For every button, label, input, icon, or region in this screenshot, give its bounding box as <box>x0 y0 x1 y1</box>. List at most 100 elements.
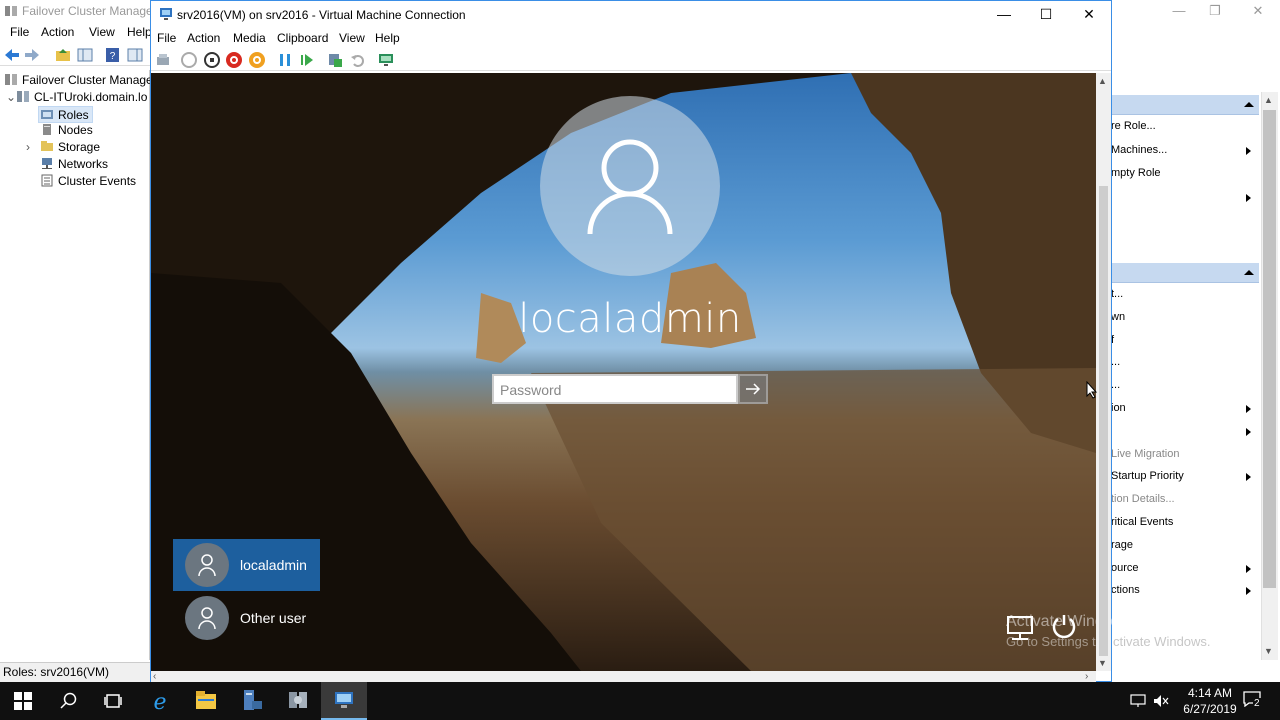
fcm-menu-help[interactable]: Help <box>127 25 152 39</box>
ctrl-alt-del-icon[interactable] <box>156 52 170 68</box>
fcm-menu-view[interactable]: View <box>89 25 115 39</box>
action-item[interactable]: Machines... <box>1111 144 1167 156</box>
submenu-arrow-icon[interactable] <box>1246 473 1251 482</box>
password-input[interactable] <box>500 380 728 400</box>
avatar <box>185 596 229 640</box>
collapse-up-icon[interactable] <box>1244 102 1254 107</box>
back-icon[interactable] <box>4 48 20 62</box>
action-item[interactable]: ... <box>1111 356 1120 368</box>
vmc-minimize-button[interactable]: — <box>987 3 1021 25</box>
fcm-menu-file[interactable]: File <box>10 25 29 39</box>
action-item[interactable]: Startup Priority <box>1111 470 1184 482</box>
submenu-arrow-icon[interactable] <box>1246 405 1251 413</box>
tree-item-networks[interactable]: Networks <box>40 156 108 173</box>
tree-root[interactable]: Failover Cluster Manager <box>4 72 157 89</box>
action-item[interactable]: ion <box>1111 402 1126 414</box>
start-icon[interactable] <box>181 52 197 68</box>
vmc-menu-action[interactable]: Action <box>187 31 220 45</box>
up-folder-icon[interactable] <box>55 48 71 62</box>
actions-header-vm[interactable] <box>1111 263 1259 283</box>
fcm-menu-action[interactable]: Action <box>41 25 74 39</box>
action-item[interactable]: t... <box>1111 288 1123 300</box>
vm-connection-taskbar-button[interactable] <box>321 682 367 720</box>
action-item[interactable]: ource <box>1111 562 1139 574</box>
collapse-up-icon[interactable] <box>1244 270 1254 275</box>
avatar <box>185 543 229 587</box>
start-button-icon[interactable] <box>14 692 32 710</box>
pause-icon[interactable] <box>277 52 293 68</box>
task-view-icon[interactable] <box>104 692 122 710</box>
scroll-down-icon[interactable]: ▼ <box>1264 646 1273 656</box>
submenu-arrow-icon[interactable] <box>1246 587 1251 596</box>
scroll-right-icon[interactable]: › <box>1085 671 1088 682</box>
submenu-arrow-icon[interactable] <box>1246 193 1251 202</box>
turn-off-icon[interactable] <box>204 52 220 68</box>
action-item[interactable]: rage <box>1111 539 1133 551</box>
vmc-close-button[interactable]: ✕ <box>1072 3 1106 25</box>
cluster-manager-icon <box>5 6 17 16</box>
tree-item-storage[interactable]: › Storage <box>26 139 100 156</box>
internet-explorer-icon[interactable]: e <box>148 689 172 713</box>
notification-center-button[interactable]: 2 <box>1243 691 1263 709</box>
action-item[interactable]: ... <box>1111 379 1120 391</box>
submit-button[interactable] <box>738 374 768 404</box>
scroll-up-icon[interactable]: ▲ <box>1098 76 1107 86</box>
reset-icon[interactable] <box>299 52 315 68</box>
tree-cluster[interactable]: ⌄ CL-ITUroki.domain.lo <box>6 89 147 106</box>
vmc-menu-media[interactable]: Media <box>233 31 266 45</box>
password-field[interactable] <box>492 374 738 404</box>
save-state-icon[interactable] <box>249 52 265 68</box>
show-hide-tree-icon[interactable] <box>77 48 93 62</box>
activate-watermark: Activate Windows <box>1006 613 1133 630</box>
submenu-arrow-icon[interactable] <box>1246 564 1251 573</box>
file-explorer-icon[interactable] <box>195 690 217 710</box>
user-tile-localadmin[interactable]: localadmin <box>173 539 320 591</box>
submenu-arrow-icon[interactable] <box>1246 146 1251 155</box>
shut-down-icon[interactable] <box>226 52 242 68</box>
help-icon[interactable]: ? <box>105 48 121 62</box>
fcm-restore-button[interactable]: ❐ <box>1206 2 1224 20</box>
vmc-menu-view[interactable]: View <box>339 31 365 45</box>
fcm-close-button[interactable]: ✕ <box>1249 2 1267 20</box>
action-item[interactable]: re Role... <box>1111 120 1156 132</box>
volume-muted-icon[interactable] <box>1153 694 1169 708</box>
submenu-arrow-icon[interactable] <box>1246 427 1251 436</box>
user-tile-other-user[interactable]: Other user <box>173 592 320 644</box>
action-item[interactable]: Live Migration <box>1111 448 1179 460</box>
actions-scrollbar-thumb[interactable] <box>1263 110 1276 588</box>
fcm-minimize-button[interactable]: — <box>1170 2 1188 20</box>
vmc-maximize-button[interactable]: ☐ <box>1029 3 1063 25</box>
scroll-up-icon[interactable]: ▲ <box>1264 95 1273 105</box>
server-manager-icon[interactable] <box>241 689 263 711</box>
chevron-right-icon[interactable]: › <box>26 139 40 156</box>
scroll-down-icon[interactable]: ▼ <box>1098 658 1107 668</box>
action-item[interactable]: ritical Events <box>1111 516 1173 528</box>
tree-item-roles[interactable]: Roles <box>38 106 93 123</box>
tree-item-cluster-events[interactable]: Cluster Events <box>40 173 136 190</box>
tree-item-label: Roles <box>58 108 89 122</box>
checkpoint-icon[interactable] <box>328 52 344 68</box>
revert-icon[interactable] <box>350 52 366 68</box>
chevron-down-icon[interactable]: ⌄ <box>6 89 16 106</box>
clock-time[interactable]: 4:14 AM <box>1180 686 1240 700</box>
action-item[interactable]: mpty Role <box>1111 167 1161 179</box>
action-item[interactable]: tion Details... <box>1111 493 1175 505</box>
show-hide-actions-icon[interactable] <box>127 48 143 62</box>
vm-connection-icon <box>160 8 172 20</box>
action-item[interactable]: ctions <box>1111 584 1140 596</box>
actions-header-roles[interactable] <box>1111 95 1259 115</box>
search-icon[interactable] <box>60 692 78 710</box>
forward-icon[interactable] <box>24 48 40 62</box>
scroll-left-icon[interactable]: ‹ <box>153 671 156 682</box>
network-tray-icon[interactable] <box>1130 694 1146 708</box>
failover-cluster-manager-taskbar-icon[interactable] <box>287 689 309 711</box>
tree-item-nodes[interactable]: Nodes <box>40 122 93 139</box>
action-item[interactable]: wn <box>1111 311 1125 323</box>
enhanced-session-icon[interactable] <box>378 52 394 68</box>
clock-date[interactable]: 6/27/2019 <box>1172 702 1248 716</box>
vmc-menu-clipboard[interactable]: Clipboard <box>277 31 328 45</box>
vm-vertical-scrollbar-thumb[interactable] <box>1099 186 1108 656</box>
nodes-icon <box>43 124 51 135</box>
vmc-menu-file[interactable]: File <box>157 31 176 45</box>
vmc-menu-help[interactable]: Help <box>375 31 400 45</box>
